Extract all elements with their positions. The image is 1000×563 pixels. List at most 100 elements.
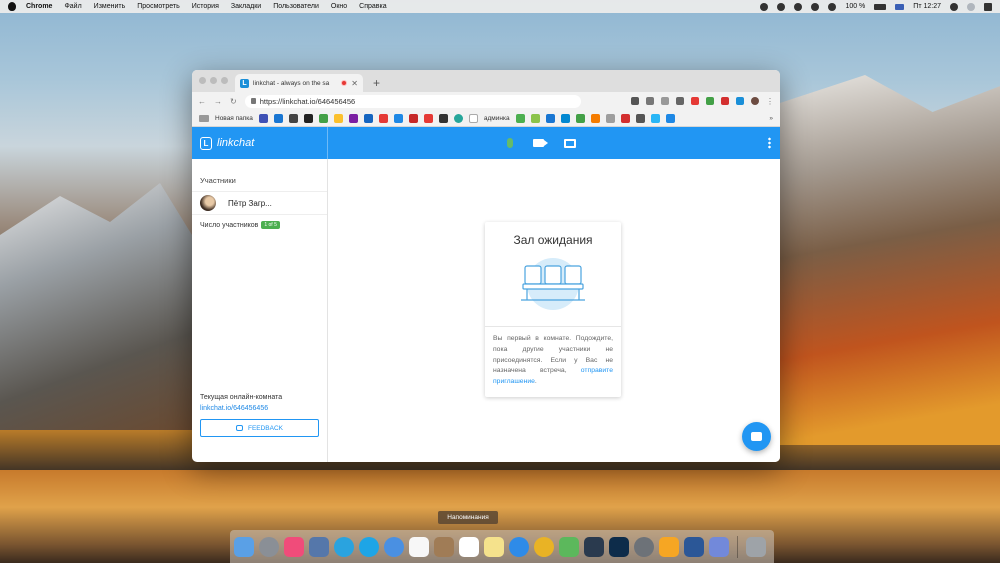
airplay-icon[interactable] [777, 2, 786, 11]
profile-avatar-icon[interactable] [751, 97, 759, 105]
bookmark-camera-icon[interactable] [303, 113, 313, 123]
bookmark-drive-icon[interactable] [515, 113, 525, 123]
bookmark-grid-icon[interactable] [318, 113, 328, 123]
browser-menu-icon[interactable]: ⋮ [766, 97, 774, 106]
bookmark-folder[interactable]: Новая папка [215, 115, 253, 122]
star-icon[interactable] [661, 97, 669, 105]
bookmark-check-icon[interactable] [545, 113, 555, 123]
evernote-icon[interactable] [559, 536, 579, 557]
finder-icon[interactable] [234, 536, 254, 557]
battery-percent[interactable]: 100 % [845, 3, 865, 10]
new-tab-button[interactable]: + [373, 76, 380, 90]
notes-icon[interactable] [484, 536, 504, 557]
video-camera-icon[interactable] [533, 139, 548, 147]
zoom-window-button[interactable] [221, 77, 228, 84]
word-icon[interactable] [684, 536, 704, 557]
bookmark-pinterest-icon[interactable] [408, 113, 418, 123]
skype-icon[interactable] [359, 536, 379, 557]
bookmark-fg-icon[interactable] [530, 113, 540, 123]
contacts-icon[interactable] [434, 536, 454, 557]
messages-icon[interactable] [384, 536, 404, 557]
tab-linkchat[interactable]: L linkchat - always on the sa ✕ [235, 74, 363, 92]
sourcetree-icon[interactable] [584, 536, 604, 557]
reminders-icon[interactable] [459, 536, 479, 557]
chat-fab-button[interactable] [742, 422, 771, 451]
bookmark-admin[interactable]: админка [484, 115, 510, 122]
menubar-clock[interactable]: Пт 12:27 [913, 3, 941, 10]
photoshop-icon[interactable] [609, 536, 629, 557]
bookmark-blue-icon[interactable] [273, 113, 283, 123]
launchpad-icon[interactable] [259, 536, 279, 557]
bookmark-youtube-icon[interactable] [423, 113, 433, 123]
volume-icon[interactable] [828, 2, 837, 11]
pinterest-icon[interactable] [721, 97, 729, 105]
bookmark-skype-icon[interactable] [650, 113, 660, 123]
minimize-window-button[interactable] [210, 77, 217, 84]
telegram-icon[interactable] [334, 536, 354, 557]
safari-icon[interactable] [509, 536, 529, 557]
bookmark-red-icon[interactable] [620, 113, 630, 123]
adblock-icon[interactable] [691, 97, 699, 105]
calendar-icon[interactable] [409, 536, 429, 557]
trash-icon[interactable] [746, 536, 766, 557]
bluetooth-icon[interactable] [794, 2, 803, 11]
bookmark-dark-icon[interactable] [438, 113, 448, 123]
bookmark-s-icon[interactable] [665, 113, 675, 123]
wifi-icon[interactable] [811, 2, 820, 11]
chrome-icon[interactable] [534, 536, 554, 557]
itunes-icon[interactable] [284, 536, 304, 557]
close-window-button[interactable] [199, 77, 206, 84]
bookmark-orange-icon[interactable] [590, 113, 600, 123]
bookmark-purple-icon[interactable] [348, 113, 358, 123]
input-flag-icon[interactable] [895, 3, 905, 10]
menu-bookmarks[interactable]: Закладки [231, 3, 261, 10]
microphone-icon[interactable] [507, 138, 513, 148]
more-vert-icon[interactable] [768, 137, 771, 149]
menu-edit[interactable]: Изменить [94, 3, 126, 10]
bookmark-gray-icon[interactable] [605, 113, 615, 123]
room-link[interactable]: linkchat.io/646456456 [200, 405, 268, 412]
bookmark-pause-icon[interactable] [635, 113, 645, 123]
menu-help[interactable]: Справка [359, 3, 386, 10]
linkchat-extension-icon[interactable] [736, 97, 744, 105]
participant-item[interactable]: Пётр Загр... [192, 192, 327, 215]
address-bar[interactable]: https://linkchat.io/646456456 [244, 94, 581, 108]
spotlight-icon[interactable] [950, 2, 958, 11]
key-icon[interactable] [646, 97, 654, 105]
menu-window[interactable]: Окно [331, 3, 347, 10]
sketch-icon[interactable] [659, 536, 679, 557]
menu-file[interactable]: Файл [64, 3, 81, 10]
reload-icon[interactable]: ↻ [230, 97, 237, 106]
brand[interactable]: L linkchat [192, 127, 328, 159]
bookmark-filter-icon[interactable] [288, 113, 298, 123]
screen-share-icon[interactable] [564, 138, 576, 148]
discord-icon[interactable] [709, 536, 729, 557]
camera-permission-icon[interactable] [631, 97, 639, 105]
more-bookmarks-icon[interactable]: » [769, 115, 773, 122]
bookmark-arrow-icon[interactable] [560, 113, 570, 123]
bookmark-b-icon[interactable] [258, 113, 268, 123]
back-icon[interactable]: ← [198, 97, 206, 106]
menu-history[interactable]: История [192, 3, 219, 10]
system-preferences-icon[interactable] [634, 536, 654, 557]
menu-users[interactable]: Пользователи [273, 3, 319, 10]
user-icon[interactable] [967, 2, 975, 11]
bookmark-vk-icon[interactable] [363, 113, 373, 123]
capture-extension-icon[interactable] [676, 97, 684, 105]
menu-view[interactable]: Просмотреть [137, 3, 179, 10]
bookmark-yandex-icon[interactable] [378, 113, 388, 123]
skype-status-icon[interactable] [760, 2, 769, 11]
bookmark-bird-icon[interactable] [393, 113, 403, 123]
extension-green-icon[interactable] [706, 97, 714, 105]
lock-icon[interactable] [250, 98, 256, 104]
close-tab-icon[interactable]: ✕ [351, 79, 358, 88]
feedback-button[interactable]: FEEDBACK [200, 419, 319, 437]
menu-app-name[interactable]: Chrome [26, 3, 52, 10]
bookmark-yellow-icon[interactable] [333, 113, 343, 123]
preview-icon[interactable] [309, 536, 329, 557]
bookmark-leaf-icon[interactable] [575, 113, 585, 123]
battery-icon[interactable] [874, 3, 887, 10]
notification-center-icon[interactable] [984, 2, 992, 11]
forward-icon[interactable]: → [214, 97, 222, 106]
bookmark-circle-icon[interactable] [453, 113, 463, 123]
